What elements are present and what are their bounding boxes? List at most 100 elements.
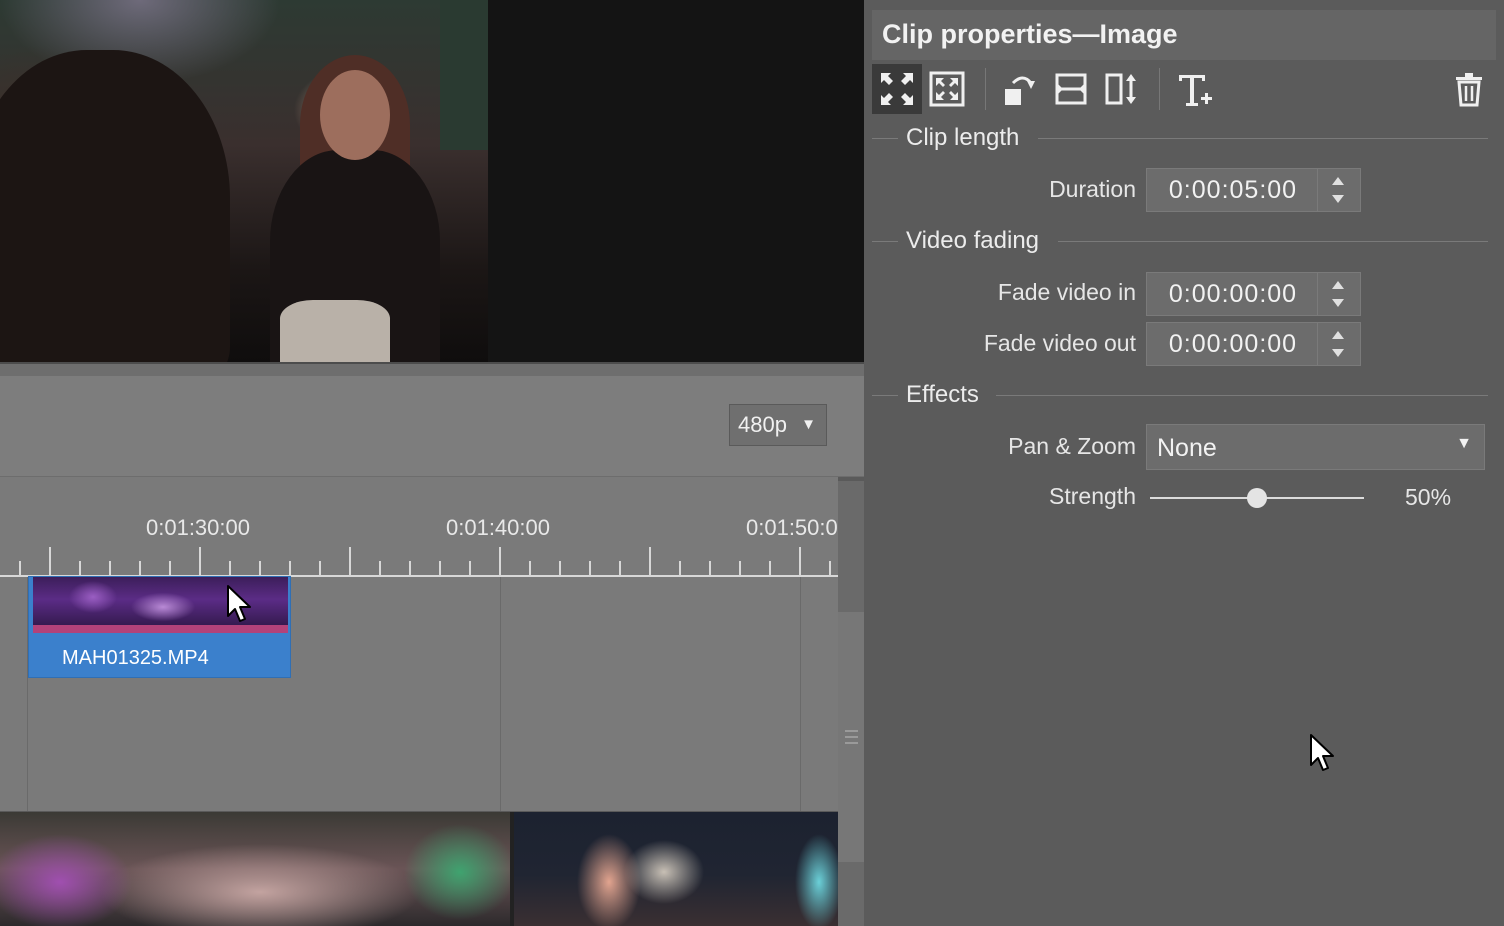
- duration-label: Duration: [1049, 176, 1136, 202]
- ruler-minor-tick: [139, 561, 141, 575]
- fade-in-value[interactable]: 0:00:00:00: [1147, 273, 1319, 315]
- ruler-minor-tick: [439, 561, 441, 575]
- ruler-major-tick: [49, 547, 51, 575]
- fade-out-label: Fade video out: [983, 330, 1136, 356]
- timeline-controls: 480p ▼: [0, 376, 864, 477]
- fade-out-stepper[interactable]: [1317, 323, 1360, 365]
- ruler-minor-tick: [169, 561, 171, 575]
- ruler-minor-tick: [19, 561, 21, 575]
- clip-properties-panel: Clip properties—Image Clip length Durati…: [864, 0, 1504, 926]
- section-video-fading: Video fading: [872, 227, 1488, 257]
- mouse-cursor-icon: [1310, 734, 1334, 771]
- ruler-minor-tick: [109, 561, 111, 575]
- resolution-value: 480p: [738, 412, 787, 437]
- add-text-button[interactable]: [1170, 64, 1220, 114]
- fit-frame-icon: [929, 71, 965, 107]
- panel-header: Clip properties—Image: [872, 10, 1496, 60]
- ruler-label: 0:01:40:00: [446, 515, 550, 540]
- fit-frame-button[interactable]: [922, 64, 972, 114]
- fade-in-stepper[interactable]: [1317, 273, 1360, 315]
- resolution-select[interactable]: 480p ▼: [729, 404, 827, 446]
- rotate-button[interactable]: [994, 64, 1044, 114]
- chevron-down-icon: ▼: [1456, 435, 1472, 452]
- ruler-major-tick: [199, 547, 201, 575]
- section-title: Effects: [906, 381, 979, 408]
- panel-toolbar: [872, 64, 1496, 116]
- video-clip-thumbnail[interactable]: [0, 812, 510, 926]
- arrow-up-icon[interactable]: [1332, 281, 1344, 289]
- flip-vertical-icon: [1105, 73, 1136, 105]
- section-title: Video fading: [906, 227, 1040, 254]
- ruler-minor-tick: [709, 561, 711, 575]
- pan-zoom-label: Pan & Zoom: [1008, 433, 1136, 459]
- mouse-cursor-icon: [227, 585, 251, 622]
- grid-line: [500, 577, 501, 811]
- arrow-down-icon[interactable]: [1332, 195, 1344, 203]
- ruler-minor-tick: [409, 561, 411, 575]
- delete-button[interactable]: [1444, 64, 1494, 114]
- video-track-filmstrip[interactable]: [0, 812, 838, 926]
- ruler-minor-tick: [379, 561, 381, 575]
- ruler-label: 0:01:30:00: [146, 515, 250, 540]
- strength-value: 50%: [1405, 484, 1452, 510]
- trash-icon: [1456, 73, 1482, 107]
- duration-value[interactable]: 0:00:05:00: [1147, 169, 1319, 211]
- ruler-minor-tick: [259, 561, 261, 575]
- strength-slider[interactable]: [1150, 487, 1364, 509]
- arrow-up-icon[interactable]: [1332, 177, 1344, 185]
- arrow-up-icon[interactable]: [1332, 331, 1344, 339]
- clip-name: MAH01325.MP4: [62, 647, 209, 669]
- video-preview: [0, 0, 864, 362]
- toolbar-separator: [1159, 68, 1160, 110]
- timeline[interactable]: 0:01:30:00 0:01:40:00 0:01:50:0 MAH01325…: [0, 477, 838, 811]
- flip-horizontal-button[interactable]: [1046, 64, 1096, 114]
- fit-fullscreen-icon: [881, 73, 913, 105]
- add-text-icon: [1179, 75, 1212, 106]
- preview-splitter[interactable]: [0, 362, 864, 376]
- ruler-label: 0:01:50:0: [746, 515, 838, 540]
- ruler-major-tick: [499, 547, 501, 575]
- fade-out-value[interactable]: 0:00:00:00: [1147, 323, 1319, 365]
- video-clip-thumbnail[interactable]: [514, 812, 838, 926]
- ruler-minor-tick: [469, 561, 471, 575]
- ruler-minor-tick: [289, 561, 291, 575]
- panel-title: Clip properties—Image: [882, 19, 1178, 49]
- ruler-major-tick: [799, 547, 801, 575]
- ruler-minor-tick: [829, 561, 831, 575]
- ruler-minor-tick: [769, 561, 771, 575]
- flip-vertical-button[interactable]: [1096, 64, 1146, 114]
- arrow-down-icon[interactable]: [1332, 349, 1344, 357]
- fit-fullscreen-button[interactable]: [872, 64, 922, 114]
- ruler-minor-tick: [589, 561, 591, 575]
- ruler-minor-tick: [619, 561, 621, 575]
- section-clip-length: Clip length: [872, 124, 1488, 154]
- ruler-minor-tick: [229, 561, 231, 575]
- ruler-minor-tick: [559, 561, 561, 575]
- fade-out-spinbox[interactable]: 0:00:00:00: [1146, 322, 1361, 366]
- ruler-minor-tick: [529, 561, 531, 575]
- ruler-minor-tick: [739, 561, 741, 575]
- section-effects: Effects: [872, 381, 1488, 411]
- preview-frame-image: [0, 0, 488, 362]
- strength-label: Strength: [1049, 483, 1136, 509]
- ruler-major-tick: [649, 547, 651, 575]
- grid-line: [800, 577, 801, 811]
- rotate-icon: [1005, 76, 1035, 105]
- timeline-ruler[interactable]: 0:01:30:00 0:01:40:00 0:01:50:0: [0, 477, 838, 577]
- pan-zoom-select[interactable]: None ▼: [1146, 424, 1485, 470]
- arrow-down-icon[interactable]: [1332, 299, 1344, 307]
- ruler-minor-tick: [319, 561, 321, 575]
- ruler-minor-tick: [679, 561, 681, 575]
- toolbar-separator: [985, 68, 986, 110]
- duration-stepper[interactable]: [1317, 169, 1360, 211]
- fade-in-label: Fade video in: [997, 279, 1136, 305]
- section-title: Clip length: [906, 124, 1020, 151]
- pan-zoom-value: None: [1157, 434, 1217, 462]
- ruler-major-tick: [349, 547, 351, 575]
- ruler-minor-tick: [79, 561, 81, 575]
- flip-horizontal-icon: [1055, 73, 1087, 105]
- grip-handle-icon[interactable]: [845, 730, 858, 748]
- fade-in-spinbox[interactable]: 0:00:00:00: [1146, 272, 1361, 316]
- slider-handle[interactable]: [1247, 488, 1267, 508]
- duration-spinbox[interactable]: 0:00:05:00: [1146, 168, 1361, 212]
